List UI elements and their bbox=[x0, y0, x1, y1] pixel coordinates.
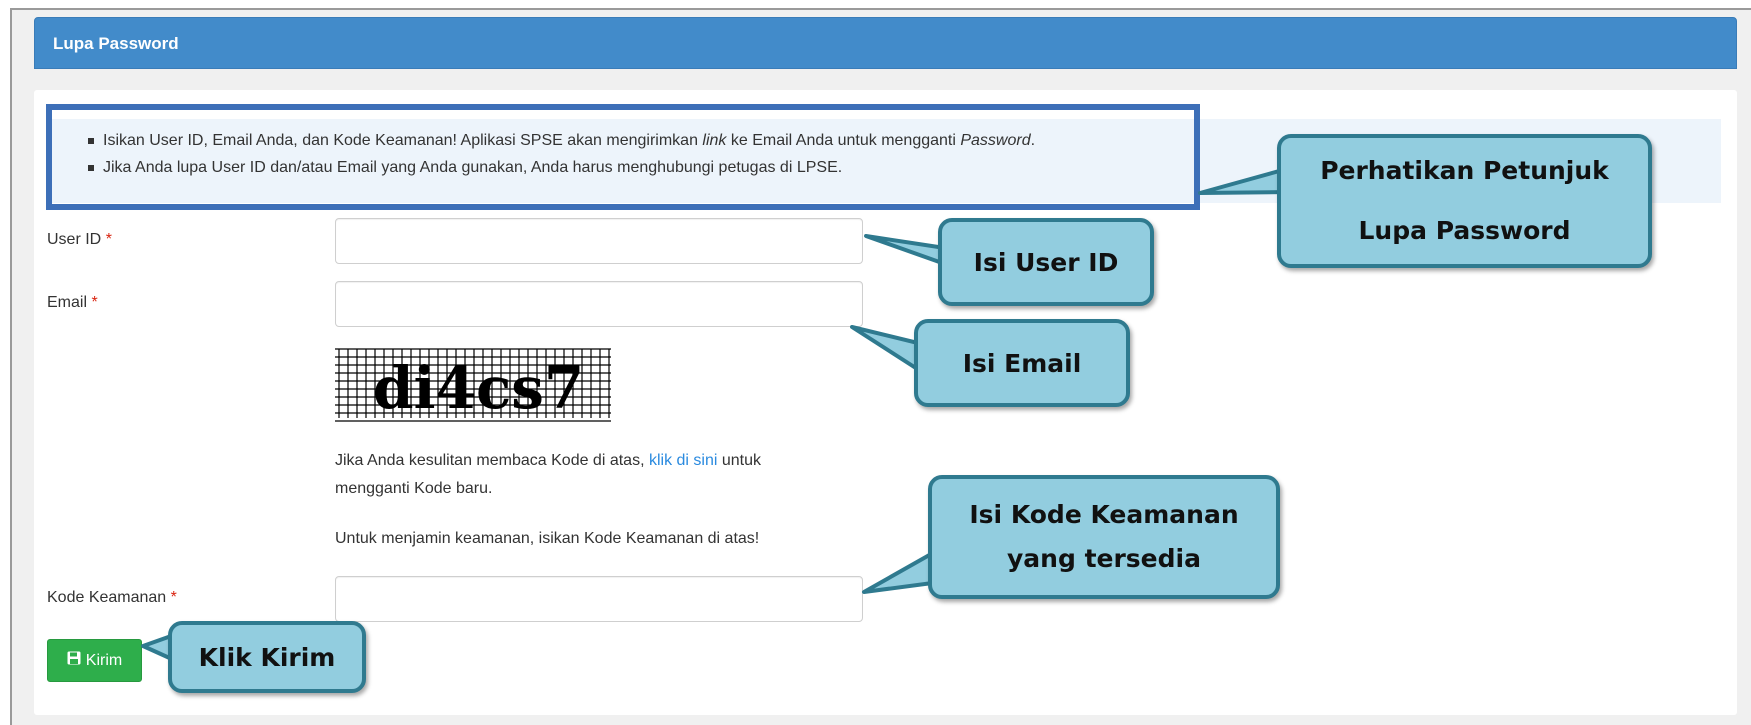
callout-petunjuk: Perhatikan Petunjuk Lupa Password bbox=[1277, 134, 1652, 268]
kode-keamanan-input[interactable] bbox=[335, 576, 863, 622]
refresh-captcha-link[interactable]: klik di sini bbox=[649, 452, 717, 469]
kode-keamanan-label: Kode Keamanan * bbox=[47, 589, 177, 606]
captcha-text: di4cs7 bbox=[373, 354, 584, 422]
captcha-graphic: di4cs7 bbox=[335, 348, 611, 422]
info-highlight-box: Isikan User ID, Email Anda, dan Kode Kea… bbox=[46, 104, 1200, 210]
callout-user-id: Isi User ID bbox=[938, 218, 1154, 306]
callout-kode-keamanan: Isi Kode Keamanan yang tersedia bbox=[928, 475, 1280, 599]
required-mark: * bbox=[170, 589, 177, 606]
info-item-1: Isikan User ID, Email Anda, dan Kode Kea… bbox=[88, 127, 1035, 154]
user-id-label: User ID * bbox=[47, 231, 112, 248]
captcha-image: di4cs7 bbox=[335, 345, 611, 422]
panel-header: Lupa Password bbox=[34, 17, 1737, 69]
callout-kirim: Klik Kirim bbox=[168, 621, 366, 693]
security-note: Untuk menjamin keamanan, isikan Kode Kea… bbox=[335, 530, 760, 547]
info-item-2: Jika Anda lupa User ID dan/atau Email ya… bbox=[88, 154, 1035, 181]
user-id-input[interactable] bbox=[335, 218, 863, 264]
captcha-help-text: Jika Anda kesulitan membaca Kode di atas… bbox=[335, 452, 762, 497]
email-label: Email * bbox=[47, 294, 98, 311]
required-mark: * bbox=[105, 231, 112, 248]
info-list: Isikan User ID, Email Anda, dan Kode Kea… bbox=[88, 127, 1035, 181]
password-word: Password bbox=[960, 132, 1031, 149]
callout-email: Isi Email bbox=[914, 319, 1130, 407]
kirim-button[interactable]: Kirim bbox=[47, 639, 142, 682]
required-mark: * bbox=[91, 294, 98, 311]
save-icon bbox=[67, 651, 81, 670]
panel-title: Lupa Password bbox=[53, 34, 179, 53]
email-input[interactable] bbox=[335, 281, 863, 327]
link-word: link bbox=[702, 132, 727, 149]
